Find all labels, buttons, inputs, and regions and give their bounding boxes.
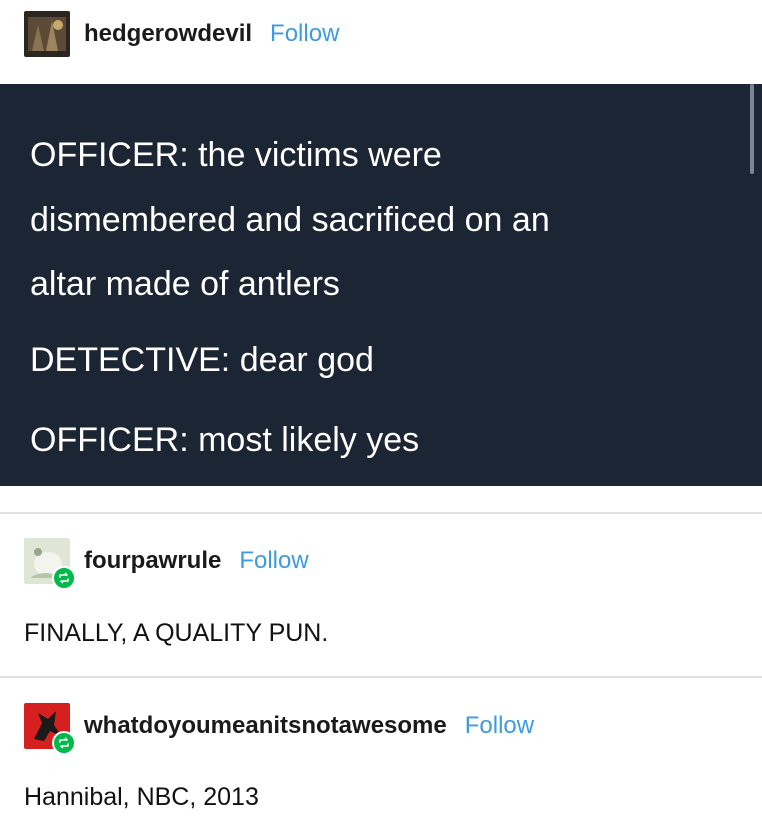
divider [0,512,762,514]
username[interactable]: fourpawrule [84,547,221,575]
follow-button[interactable]: Follow [270,20,339,48]
dialogue-line: OFFICER: most likely yes [30,421,420,459]
dialogue-line: DETECTIVE: dear god [30,341,374,379]
post-text: Hannibal, NBC, 2013 [24,783,259,811]
post-image-panel: OFFICER: the victims were dismembered an… [0,84,762,486]
follow-button[interactable]: Follow [239,547,308,575]
avatar-image [24,11,70,57]
dialogue-line: OFFICER: the victims were [30,136,442,174]
username[interactable]: whatdoyoumeanitsnotawesome [84,712,447,740]
avatar-fourpawrule[interactable] [24,538,76,590]
post-header-hedgerowdevil: hedgerowdevil Follow [24,11,339,57]
follow-button[interactable]: Follow [465,712,534,740]
avatar-hedgerowdevil[interactable] [24,11,70,57]
username[interactable]: hedgerowdevil [84,20,252,48]
post-header-whatdoyoumeanitsnotawesome: whatdoyoumeanitsnotawesome Follow [24,703,534,755]
avatar-whatdoyoumeanitsnotawesome[interactable] [24,703,76,755]
scrollbar[interactable] [750,84,754,174]
reblog-icon [52,731,76,755]
reblog-icon [52,566,76,590]
dialogue-line: dismembered and sacrificed on an [30,201,550,239]
divider [0,676,762,678]
post-header-fourpawrule: fourpawrule Follow [24,538,309,590]
post-text: FINALLY, A QUALITY PUN. [24,619,329,647]
dialogue-line: altar made of antlers [30,265,340,303]
